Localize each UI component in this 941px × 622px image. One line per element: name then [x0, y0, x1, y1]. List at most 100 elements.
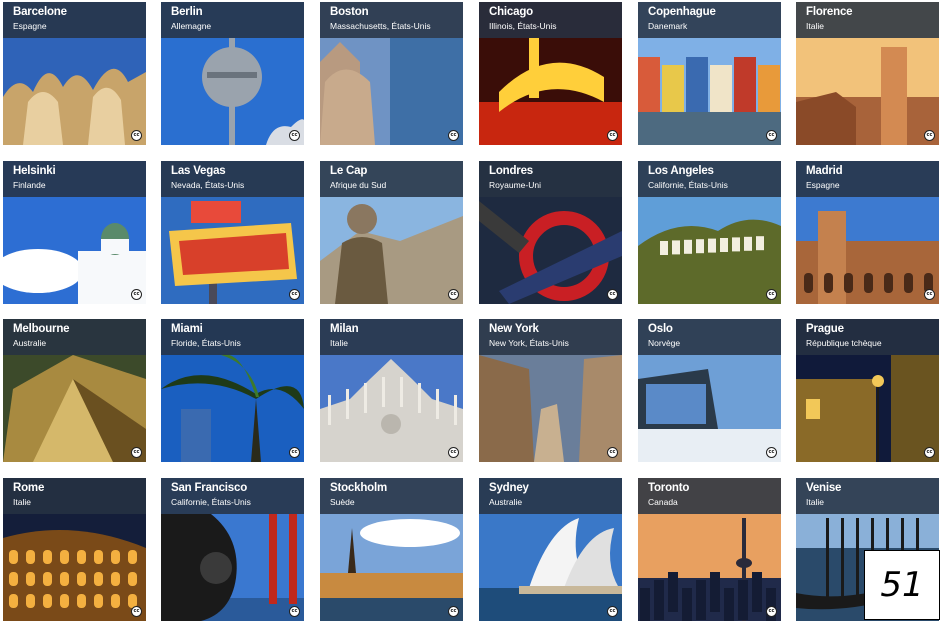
city-tile[interactable]: Londres Royaume-Uni cc: [479, 161, 622, 304]
city-name: Madrid: [806, 165, 843, 177]
city-tile[interactable]: Los Angeles Californie, États-Unis cc: [638, 161, 781, 304]
city-tile[interactable]: Berlin Allemagne cc: [161, 2, 304, 145]
tile-caption: Sydney Australie: [479, 478, 622, 514]
country-name: Italie: [806, 497, 824, 507]
creative-commons-icon: cc: [924, 289, 935, 300]
country-name: Afrique du Sud: [330, 180, 387, 190]
city-tile[interactable]: Prague République tchèque cc: [796, 319, 939, 462]
country-name: Massachusetts, États-Unis: [330, 21, 431, 31]
country-name: Australie: [13, 338, 47, 348]
city-tile[interactable]: Chicago Illinois, États-Unis cc: [479, 2, 622, 145]
city-name: Boston: [330, 6, 369, 18]
page-number: 51: [864, 550, 940, 620]
city-tile[interactable]: Miami Floride, États-Unis cc: [161, 319, 304, 462]
city-tile[interactable]: Barcelone Espagne cc: [3, 2, 146, 145]
tile-caption: Oslo Norvège: [638, 319, 781, 355]
country-name: Suède: [330, 497, 355, 507]
country-name: Allemagne: [171, 21, 212, 31]
city-name: Rome: [13, 482, 45, 494]
city-tile[interactable]: Rome Italie cc: [3, 478, 146, 621]
city-tile[interactable]: Stockholm Suède cc: [320, 478, 463, 621]
creative-commons-icon: cc: [448, 289, 459, 300]
tile-caption: Madrid Espagne: [796, 161, 939, 197]
city-tile[interactable]: Boston Massachusetts, États-Unis cc: [320, 2, 463, 145]
creative-commons-icon: cc: [766, 130, 777, 141]
city-name: Melbourne: [13, 323, 70, 335]
creative-commons-icon: cc: [131, 130, 142, 141]
city-name: Venise: [806, 482, 842, 494]
tile-caption: Florence Italie: [796, 2, 939, 38]
city-tile[interactable]: Copenhague Danemark cc: [638, 2, 781, 145]
creative-commons-icon: cc: [607, 606, 618, 617]
city-name: Florence: [806, 6, 853, 18]
tile-caption: Helsinki Finlande: [3, 161, 146, 197]
city-name: Oslo: [648, 323, 673, 335]
city-tile[interactable]: Melbourne Australie cc: [3, 319, 146, 462]
city-tile[interactable]: San Francisco Californie, États-Unis cc: [161, 478, 304, 621]
creative-commons-icon: cc: [289, 447, 300, 458]
city-tile[interactable]: Milan Italie cc: [320, 319, 463, 462]
tile-caption: Prague République tchèque: [796, 319, 939, 355]
city-tile[interactable]: Sydney Australie cc: [479, 478, 622, 621]
city-tile[interactable]: Florence Italie cc: [796, 2, 939, 145]
city-tile[interactable]: Oslo Norvège cc: [638, 319, 781, 462]
creative-commons-icon: cc: [448, 447, 459, 458]
city-name: Los Angeles: [648, 165, 714, 177]
country-name: Finlande: [13, 180, 46, 190]
country-name: République tchèque: [806, 338, 882, 348]
city-name: Miami: [171, 323, 203, 335]
city-name: Copenhague: [648, 6, 716, 18]
country-name: Norvège: [648, 338, 681, 348]
tile-caption: Stockholm Suède: [320, 478, 463, 514]
country-name: New York, États-Unis: [489, 338, 569, 348]
tile-caption: Rome Italie: [3, 478, 146, 514]
tile-caption: Copenhague Danemark: [638, 2, 781, 38]
creative-commons-icon: cc: [131, 447, 142, 458]
tile-caption: Boston Massachusetts, États-Unis: [320, 2, 463, 38]
city-name: Sydney: [489, 482, 529, 494]
city-tile[interactable]: Madrid Espagne cc: [796, 161, 939, 304]
country-name: Canada: [648, 497, 678, 507]
city-name: Toronto: [648, 482, 690, 494]
city-name: Milan: [330, 323, 359, 335]
city-grid: Barcelone Espagne cc Berlin Allemagne cc Bosto…: [0, 0, 941, 622]
city-tile[interactable]: Toronto Canada cc: [638, 478, 781, 621]
creative-commons-icon: cc: [924, 447, 935, 458]
creative-commons-icon: cc: [289, 289, 300, 300]
creative-commons-icon: cc: [289, 606, 300, 617]
tile-caption: Las Vegas Nevada, États-Unis: [161, 161, 304, 197]
creative-commons-icon: cc: [766, 447, 777, 458]
city-tile[interactable]: Helsinki Finlande cc: [3, 161, 146, 304]
tile-caption: Toronto Canada: [638, 478, 781, 514]
city-tile[interactable]: Le Cap Afrique du Sud cc: [320, 161, 463, 304]
tile-caption: Melbourne Australie: [3, 319, 146, 355]
country-name: Californie, États-Unis: [171, 497, 251, 507]
city-name: Barcelone: [13, 6, 67, 18]
tile-caption: Los Angeles Californie, États-Unis: [638, 161, 781, 197]
creative-commons-icon: cc: [766, 289, 777, 300]
country-name: Illinois, États-Unis: [489, 21, 557, 31]
tile-caption: Berlin Allemagne: [161, 2, 304, 38]
creative-commons-icon: cc: [607, 130, 618, 141]
city-name: Las Vegas: [171, 165, 226, 177]
tile-caption: San Francisco Californie, États-Unis: [161, 478, 304, 514]
creative-commons-icon: cc: [448, 130, 459, 141]
tile-caption: New York New York, États-Unis: [479, 319, 622, 355]
city-name: New York: [489, 323, 539, 335]
country-name: Floride, États-Unis: [171, 338, 241, 348]
city-name: Londres: [489, 165, 533, 177]
tile-caption: Le Cap Afrique du Sud: [320, 161, 463, 197]
country-name: Royaume-Uni: [489, 180, 541, 190]
city-name: San Francisco: [171, 482, 248, 494]
country-name: Italie: [806, 21, 824, 31]
tile-caption: Miami Floride, États-Unis: [161, 319, 304, 355]
city-tile[interactable]: Las Vegas Nevada, États-Unis cc: [161, 161, 304, 304]
city-name: Chicago: [489, 6, 533, 18]
creative-commons-icon: cc: [924, 130, 935, 141]
country-name: Espagne: [806, 180, 840, 190]
country-name: Australie: [489, 497, 523, 507]
city-tile[interactable]: New York New York, États-Unis cc: [479, 319, 622, 462]
country-name: Danemark: [648, 21, 688, 31]
country-name: Nevada, États-Unis: [171, 180, 245, 190]
creative-commons-icon: cc: [766, 606, 777, 617]
